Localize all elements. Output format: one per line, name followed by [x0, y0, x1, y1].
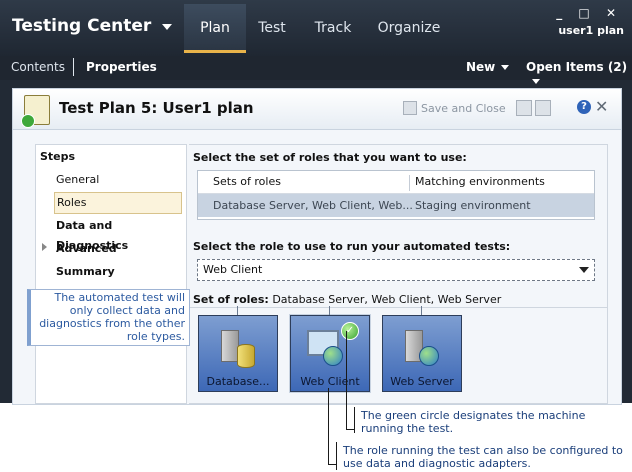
column-sets-of-roles[interactable]: Sets of roles [213, 175, 281, 188]
callout-leader [346, 331, 347, 429]
expand-arrow-icon[interactable] [42, 243, 47, 251]
callout-data-collection: The automated test will only collect dat… [27, 289, 190, 346]
new-menu[interactable]: New [466, 60, 510, 74]
role-sets-grid: Sets of roles Matching environments Data… [197, 170, 595, 220]
role-label: Web Server [390, 375, 454, 388]
set-of-roles-label: Set of roles: [193, 293, 269, 306]
new-menu-label: New [466, 60, 496, 74]
properties-link[interactable]: Properties [86, 60, 157, 74]
top-bar: Testing Center Plan Test Track Organize … [0, 0, 632, 56]
chevron-down-icon [579, 267, 589, 273]
role-web-server[interactable]: Web Server [382, 315, 462, 392]
steps-title: Steps [40, 150, 76, 163]
subnav-divider [73, 58, 74, 76]
test-plan-icon [21, 95, 50, 128]
grid-header: Sets of roles Matching environments [198, 171, 594, 194]
close-icon[interactable]: ✕ [595, 97, 608, 116]
step-summary[interactable]: Summary [54, 262, 180, 282]
app-title: Testing Center [12, 16, 152, 36]
open-items-menu[interactable]: Open Items (2) [526, 60, 632, 88]
tab-test[interactable]: Test [252, 4, 292, 52]
tab-organize[interactable]: Organize [374, 4, 444, 52]
role-web-client[interactable]: ✓ Web Client [290, 315, 370, 392]
sub-navigation: Contents Properties New Open Items (2) [0, 56, 632, 84]
chevron-down-icon [501, 65, 510, 70]
app-menu-chevron-down-icon[interactable] [162, 24, 172, 30]
callout-leader [346, 429, 354, 430]
save-and-close-button[interactable]: Save and Close [421, 102, 506, 115]
step-roles[interactable]: Roles [54, 192, 182, 214]
role-database-server[interactable]: Database... [198, 315, 278, 392]
user-label: user1 plan [558, 24, 624, 37]
tab-plan[interactable]: Plan [184, 4, 246, 53]
refresh-icon[interactable] [535, 100, 551, 116]
connector-line [237, 306, 238, 315]
role-label: Database... [206, 375, 270, 388]
window-controls[interactable]: _ □ ✕ [556, 6, 622, 20]
open-items-label: Open Items (2) [526, 60, 628, 74]
help-icon[interactable]: ? [577, 100, 591, 114]
callout-bracket [336, 442, 337, 470]
step-advanced[interactable]: Advanced [54, 239, 180, 259]
connector-line [329, 306, 330, 315]
steps-panel: Steps General Roles Data and Diagnostics… [35, 144, 187, 404]
running-indicator-icon: ✓ [341, 322, 359, 340]
connector-line [421, 306, 422, 315]
globe-icon [419, 346, 439, 366]
callout-bracket [354, 407, 355, 433]
callout-leader [328, 464, 336, 465]
globe-icon [323, 346, 343, 366]
contents-link[interactable]: Contents [11, 60, 65, 74]
database-icon [237, 344, 255, 368]
select-set-label: Select the set of roles that you want to… [193, 151, 467, 164]
table-row[interactable]: Database Server, Web Client, Web... Stag… [198, 194, 594, 217]
step-general[interactable]: General [54, 170, 180, 190]
page-title: Test Plan 5: User1 plan [59, 99, 254, 117]
role-select[interactable]: Web Client [197, 259, 595, 281]
cell-role-set: Database Server, Web Client, Web... [213, 199, 413, 212]
callout-leader [328, 388, 329, 464]
role-select-value: Web Client [203, 263, 263, 276]
column-matching-environments[interactable]: Matching environments [415, 175, 545, 188]
chevron-down-icon [532, 79, 540, 84]
cell-environment: Staging environment [415, 199, 531, 212]
select-role-label: Select the role to use to run your autom… [193, 240, 511, 253]
panel-header: Test Plan 5: User1 plan Save and Close ?… [13, 89, 621, 130]
set-of-roles-value: Database Server, Web Client, Web Server [272, 293, 502, 306]
save-close-icon [403, 101, 417, 115]
callout-role-running: The role running the test can also be co… [343, 444, 623, 470]
role-label: Web Client [300, 375, 360, 388]
set-of-roles-line: Set of roles: Database Server, Web Clien… [193, 293, 501, 306]
callout-green-circle: The green circle designates the machine … [361, 409, 586, 435]
tab-track[interactable]: Track [310, 4, 356, 52]
step-data-and-diagnostics[interactable]: Data and Diagnostics [54, 216, 180, 252]
save-icon[interactable] [516, 100, 532, 116]
